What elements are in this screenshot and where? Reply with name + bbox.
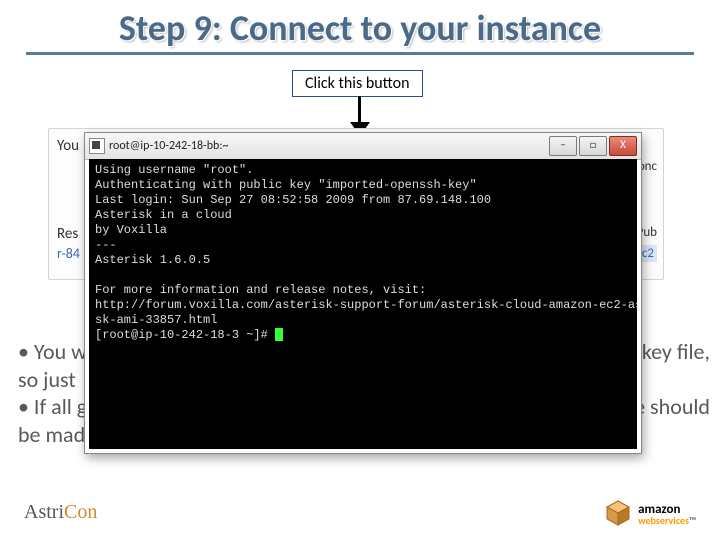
term-line: Asterisk in a cloud (95, 208, 232, 222)
term-line: Authenticating with public key "imported… (95, 178, 477, 192)
astricon-logo: AstriCon (24, 501, 97, 524)
window-title-text: root@ip-10-242-18-bb:~ (109, 139, 229, 153)
bullet-frag: key file, (642, 338, 710, 366)
bullet-frag: • If all g (18, 393, 87, 420)
terminal-window: root@ip-10-242-18-bb:~ – □ X Using usern… (84, 132, 642, 454)
term-line: --- (95, 238, 117, 252)
logo-text: Astri (24, 501, 64, 523)
slide-title: Step 9: Connect to your instance (0, 6, 720, 50)
terminal-body[interactable]: Using username "root". Authenticating wi… (89, 159, 637, 449)
panel-fragment: You (57, 137, 79, 155)
term-line: sk-ami-33857.html (95, 313, 217, 327)
aws-logo-subtext: webservices (638, 514, 689, 527)
term-line: Using username "root". (95, 163, 253, 177)
term-line: http://forum.voxilla.com/asterisk-suppor… (95, 298, 637, 312)
term-line: Asterisk 1.6.0.5 (95, 253, 210, 267)
bullet-frag: e should (634, 393, 710, 421)
close-button[interactable]: X (609, 136, 637, 156)
cursor-icon (275, 328, 283, 341)
term-line: by Voxilla (95, 223, 167, 237)
aws-cube-icon (604, 499, 632, 530)
term-line: [root@ip-10-242-18-3 ~]# (95, 328, 275, 342)
window-titlebar[interactable]: root@ip-10-242-18-bb:~ – □ X (85, 133, 641, 160)
title-underline (26, 52, 694, 55)
bullet-frag: • You w (18, 338, 87, 365)
logo-text-accent: Con (64, 501, 97, 523)
minimize-button[interactable]: – (549, 136, 577, 156)
putty-icon (89, 138, 105, 154)
term-line: Last login: Sun Sep 27 08:52:58 2009 fro… (95, 193, 491, 207)
aws-logo: amazon webservices™ (604, 499, 696, 530)
panel-fragment-link: r-84 (57, 245, 80, 262)
maximize-button[interactable]: □ (579, 136, 607, 156)
term-line: For more information and release notes, … (95, 283, 426, 297)
panel-fragment: Res (57, 225, 78, 243)
callout-box: Click this button (292, 70, 423, 97)
